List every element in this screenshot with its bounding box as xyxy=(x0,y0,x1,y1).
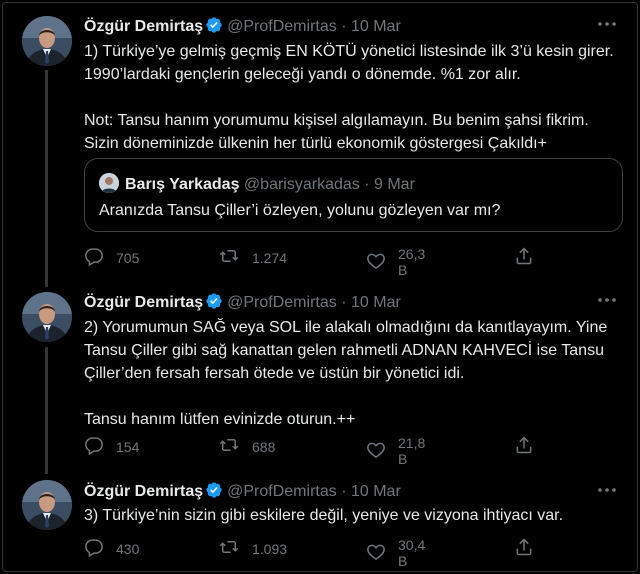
author-name[interactable]: Özgür Demirtaş xyxy=(84,294,203,311)
tweet-date[interactable]: 10 Mar xyxy=(351,18,401,35)
author-handle[interactable]: @ProfDemirtas xyxy=(227,294,337,311)
verified-badge-icon xyxy=(205,481,223,505)
avatar[interactable] xyxy=(22,16,72,66)
like-icon xyxy=(366,440,386,463)
like-count: 21,8 B xyxy=(398,435,426,467)
author-handle[interactable]: @ProfDemirtas xyxy=(227,18,337,35)
reply-count: 430 xyxy=(116,540,140,557)
retweet-count: 1.093 xyxy=(252,540,288,557)
separator-dot: · xyxy=(341,18,347,35)
quoted-text: Aranızda Tansu Çiller’i özleyen, yolunu … xyxy=(99,202,501,219)
reply-button[interactable]: 154 xyxy=(84,435,139,458)
avatar[interactable] xyxy=(22,292,72,342)
separator-dot: · xyxy=(341,483,347,500)
like-button[interactable]: 30,4 B xyxy=(366,537,425,569)
quoted-date[interactable]: 9 Mar xyxy=(374,176,415,193)
like-icon xyxy=(366,542,386,565)
more-icon[interactable] xyxy=(596,16,618,37)
tweet-date[interactable]: 10 Mar xyxy=(351,294,401,311)
share-button[interactable] xyxy=(514,246,534,269)
tweet[interactable]: Özgür Demirtaş @ProfDemirtas · 10 Mar 2) … xyxy=(0,280,640,476)
retweet-count: 688 xyxy=(252,438,276,455)
reply-icon xyxy=(84,435,104,458)
more-icon[interactable] xyxy=(596,292,618,313)
reply-icon xyxy=(84,537,104,560)
share-button[interactable] xyxy=(514,537,534,560)
tweet-text: 1) Türkiye’ye gelmiş geçmiş EN KÖTÜ yöne… xyxy=(84,43,614,152)
verified-badge-icon xyxy=(205,292,223,316)
author-name[interactable]: Özgür Demirtaş xyxy=(84,483,203,500)
separator-dot: · xyxy=(341,294,347,311)
retweet-button[interactable]: 1.093 xyxy=(218,537,287,560)
verified-badge-icon xyxy=(205,16,223,40)
like-button[interactable]: 21,8 B xyxy=(366,435,425,467)
quoted-avatar xyxy=(99,173,119,193)
like-count: 26,3 B xyxy=(398,246,426,278)
separator-dot: · xyxy=(364,176,370,193)
quoted-tweet[interactable]: Barış Yarkadaş @barisyarkadas · 9 Mar Ar… xyxy=(84,158,623,232)
retweet-button[interactable]: 1.274 xyxy=(218,246,287,269)
retweet-icon xyxy=(218,435,240,458)
tweet[interactable]: Özgür Demirtaş @ProfDemirtas · 10 Mar 1) … xyxy=(0,0,640,280)
reply-count: 154 xyxy=(116,438,140,455)
tweet-text: 3) Türkiye’nin sizin gibi eskilere değil… xyxy=(84,507,564,524)
share-icon xyxy=(514,435,534,458)
reply-count: 705 xyxy=(116,249,140,266)
tweet[interactable]: Özgür Demirtaş @ProfDemirtas · 10 Mar 3) … xyxy=(0,476,640,570)
retweet-icon xyxy=(218,246,240,269)
like-count: 30,4 B xyxy=(398,537,426,569)
reply-button[interactable]: 705 xyxy=(84,246,139,269)
tweet-date[interactable]: 10 Mar xyxy=(351,483,401,500)
retweet-button[interactable]: 688 xyxy=(218,435,275,458)
share-button[interactable] xyxy=(514,435,534,458)
tweet-text: 2) Yorumumun SAĞ veya SOL ile alakalı ol… xyxy=(84,319,608,428)
reply-icon xyxy=(84,246,104,269)
avatar[interactable] xyxy=(22,480,72,530)
like-icon xyxy=(366,251,386,274)
share-icon xyxy=(514,537,534,560)
retweet-count: 1.274 xyxy=(252,249,288,266)
author-handle[interactable]: @ProfDemirtas xyxy=(227,483,337,500)
quoted-author-handle[interactable]: @barisyarkadas xyxy=(244,176,360,193)
reply-button[interactable]: 430 xyxy=(84,537,139,560)
share-icon xyxy=(514,246,534,269)
more-icon[interactable] xyxy=(596,482,618,503)
quoted-author-name[interactable]: Barış Yarkadaş xyxy=(125,176,239,193)
like-button[interactable]: 26,3 B xyxy=(366,246,425,278)
retweet-icon xyxy=(218,537,240,560)
author-name[interactable]: Özgür Demirtaş xyxy=(84,18,203,35)
